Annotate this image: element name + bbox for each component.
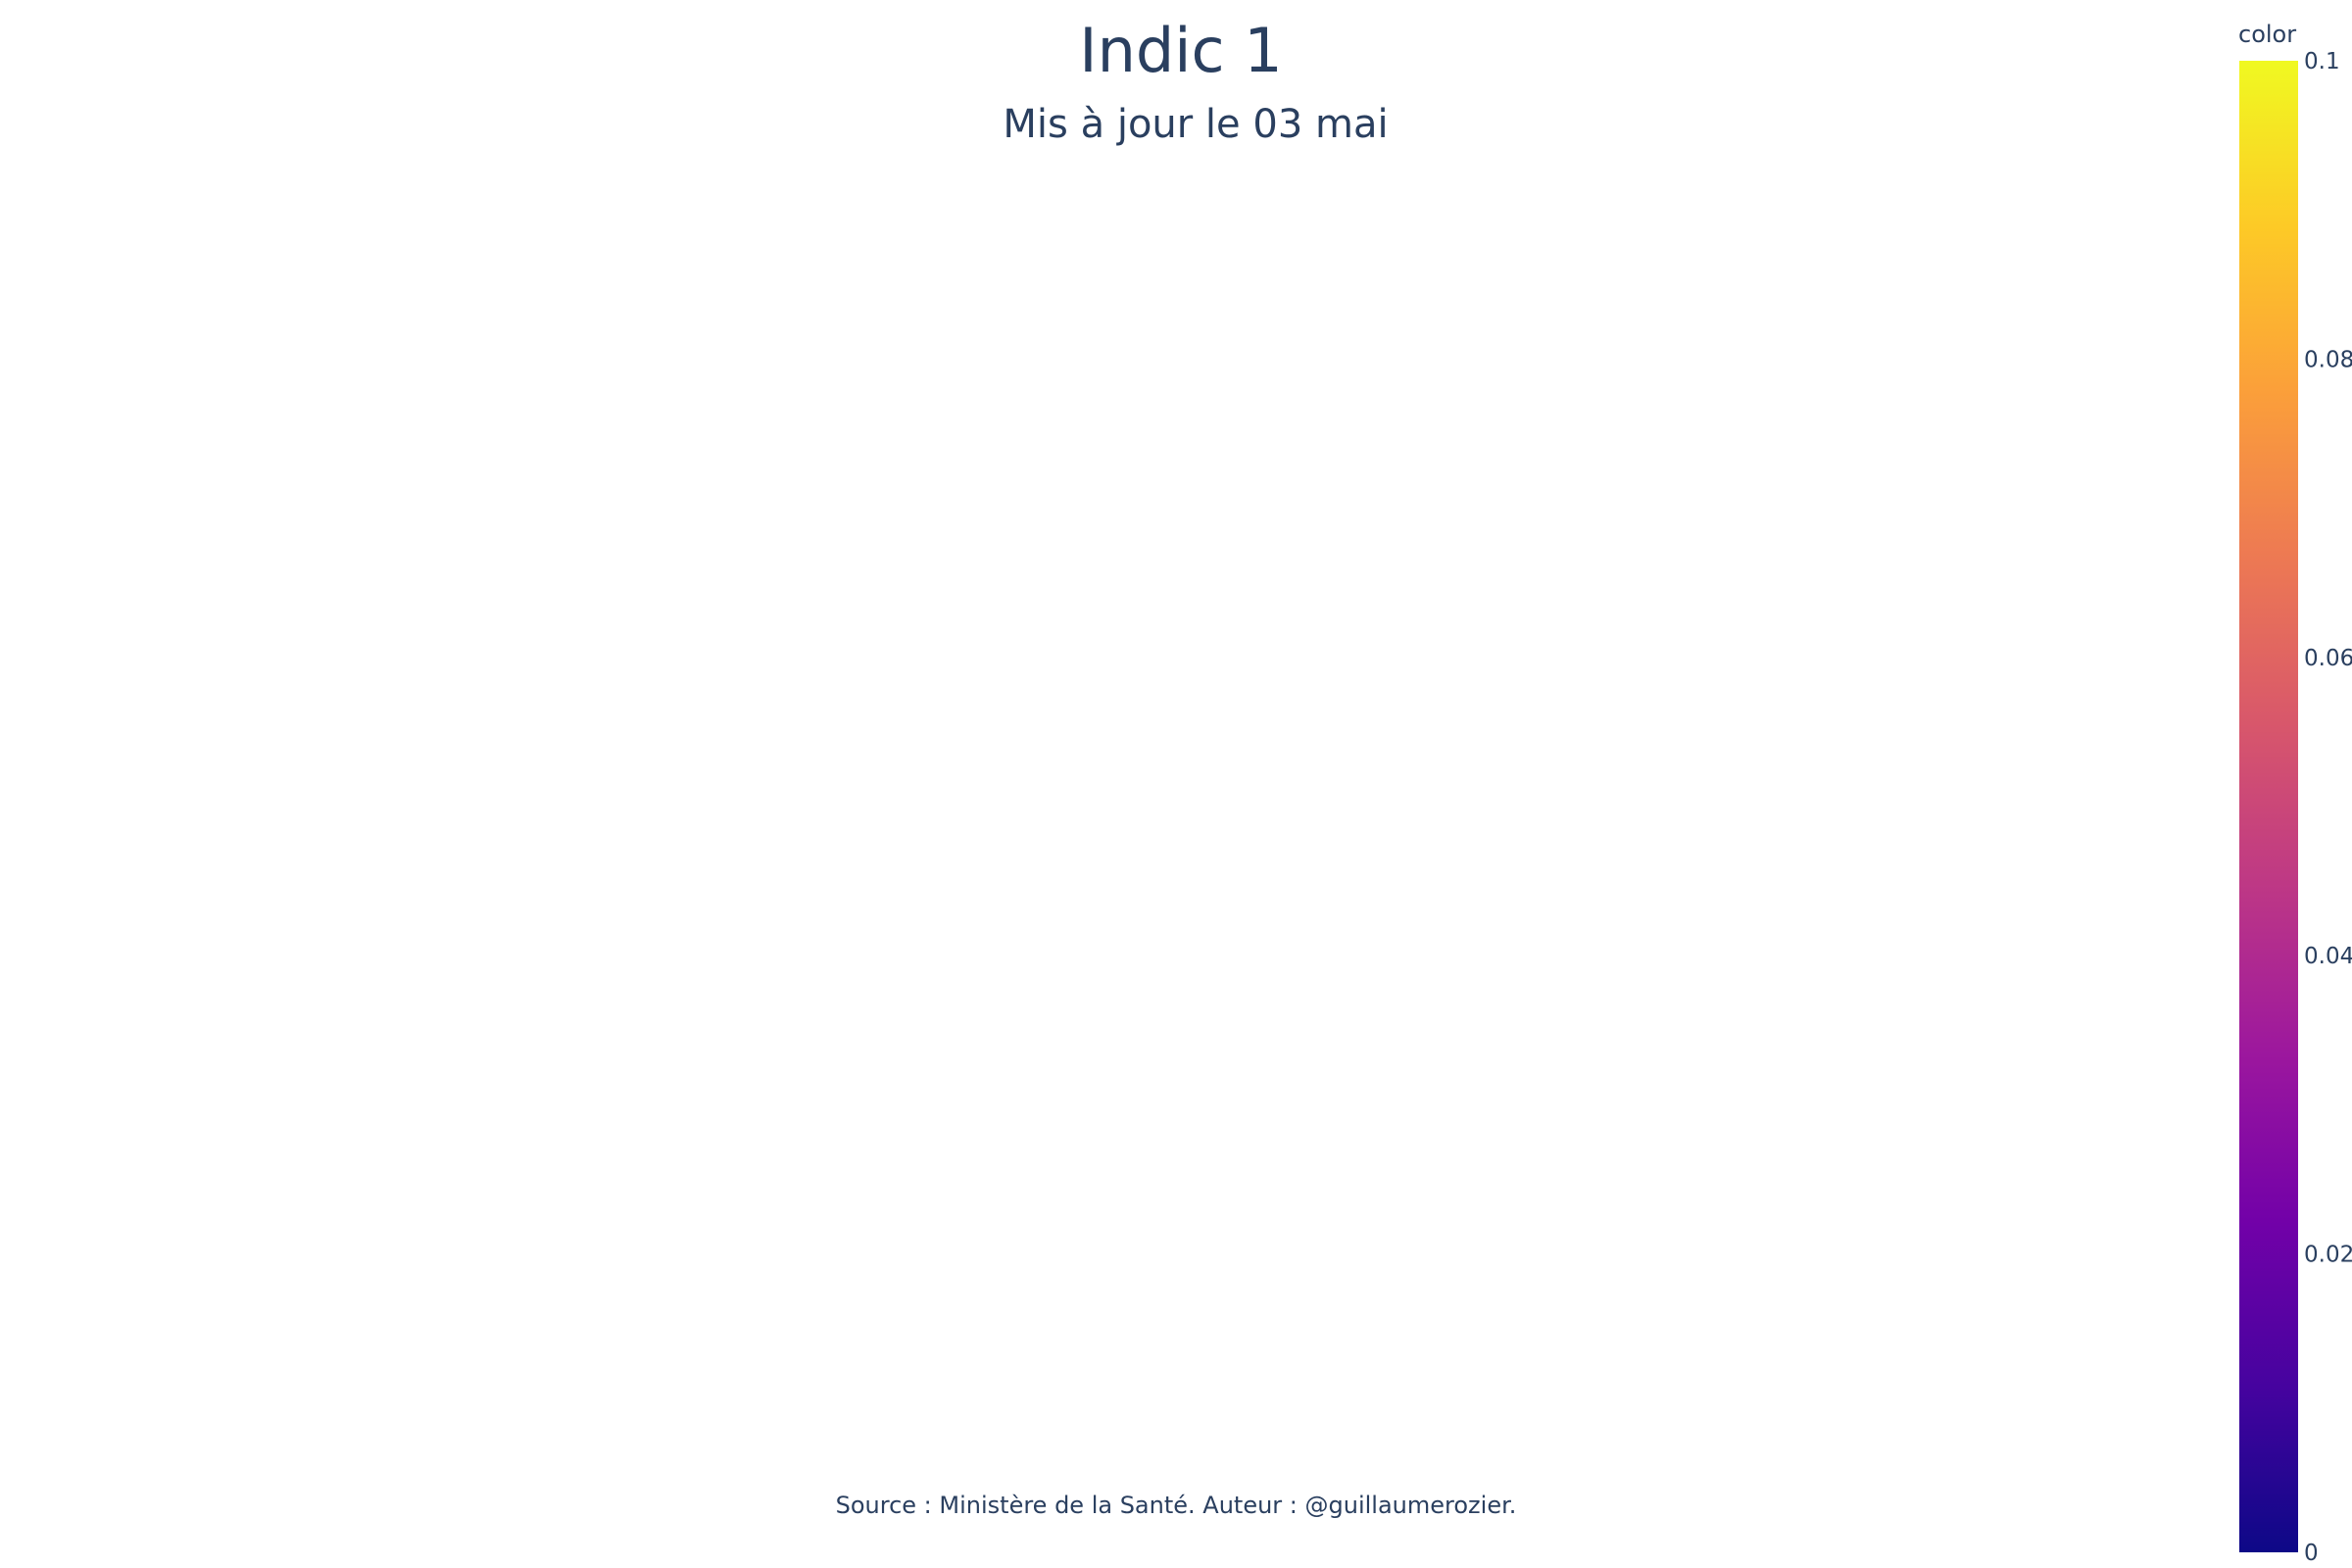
colorbar-tick-label: 0 bbox=[2304, 1541, 2319, 1566]
map-area[interactable] bbox=[0, 167, 2195, 1470]
colorbar-tick-label: 0.1 bbox=[2304, 49, 2340, 74]
colorbar-gradient bbox=[2239, 61, 2298, 1552]
colorbar-tick-label: 0.08 bbox=[2304, 347, 2352, 372]
colorbar-tick-label: 0.04 bbox=[2304, 944, 2352, 969]
colorbar-tick-label: 0.06 bbox=[2304, 646, 2352, 671]
chart-subtitle: Mis à jour le 03 mai bbox=[1003, 102, 1389, 147]
colorbar: 0 0.02 0.04 0.06 0.08 0.1 bbox=[2239, 49, 2352, 1566]
source-annotation: Source : Ministère de la Santé. Auteur :… bbox=[835, 1492, 1517, 1519]
chart-title: Indic 1 bbox=[1079, 15, 1283, 86]
colorbar-tick-label: 0.02 bbox=[2304, 1243, 2352, 1268]
colorbar-title: color bbox=[2238, 21, 2297, 48]
